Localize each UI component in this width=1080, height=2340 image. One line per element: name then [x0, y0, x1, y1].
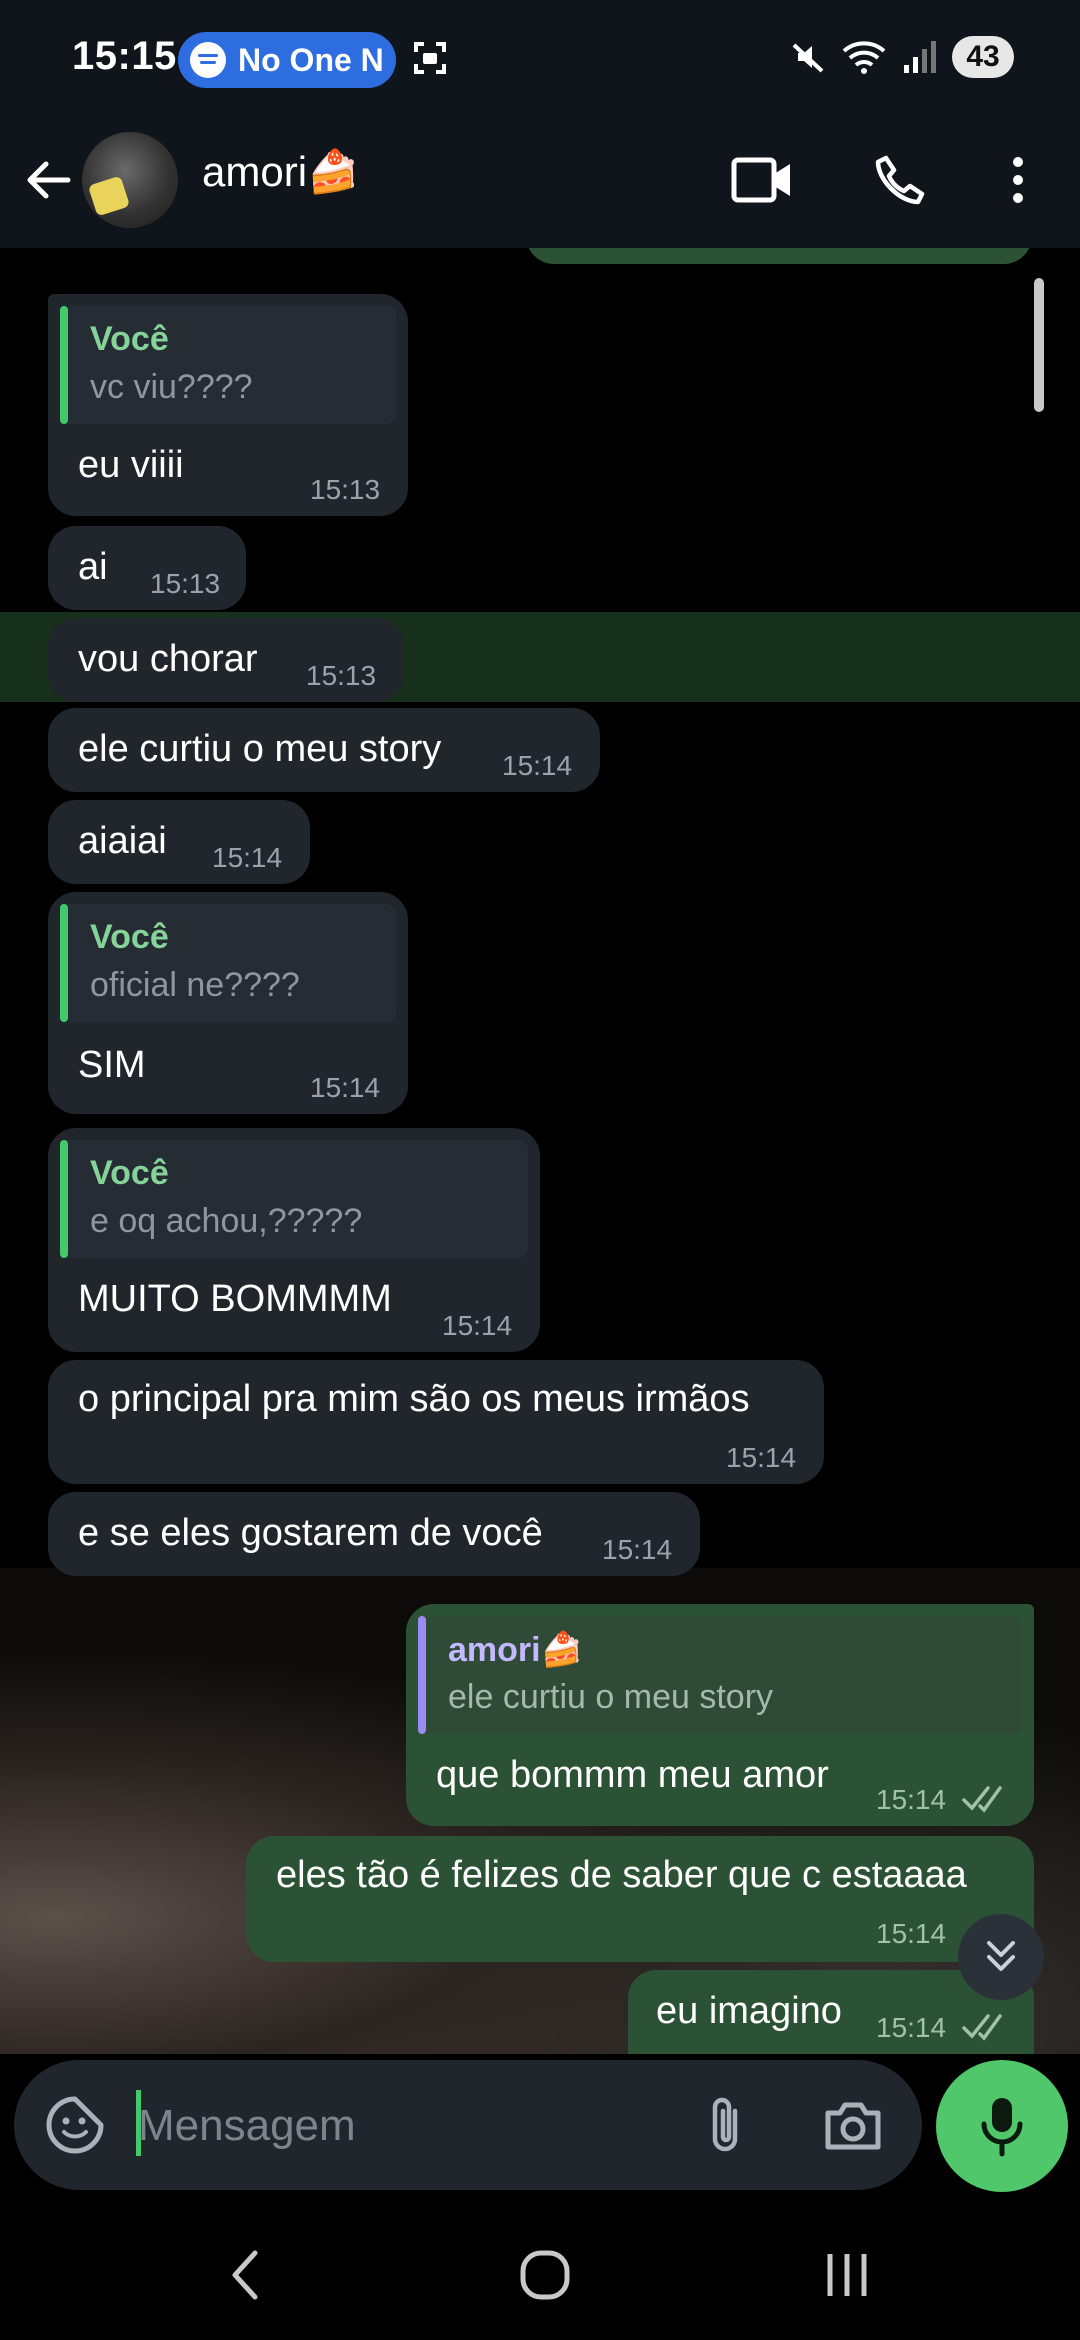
nav-back-button[interactable] — [210, 2240, 280, 2310]
mute-icon — [792, 43, 824, 73]
reply-quote[interactable]: Você oficial ne???? — [60, 904, 396, 1022]
message-time: 15:13 — [310, 474, 381, 505]
signal-icon — [904, 41, 936, 73]
camera-icon — [825, 2102, 881, 2150]
message-bubble[interactable]: Você e oq achou,????? MUITO BOMMMM 15:14 — [48, 1128, 540, 1352]
chat-header: amori🍰 — [0, 120, 1080, 248]
scroll-to-bottom-button[interactable] — [958, 1914, 1044, 2000]
message-bubble[interactable]: Você oficial ne???? SIM 15:14 — [48, 892, 408, 1114]
back-arrow-icon[interactable] — [18, 148, 82, 212]
reply-bar — [60, 1140, 68, 1258]
message-bubble-outgoing[interactable]: amori🍰 ele curtiu o meu story que bommm … — [406, 1604, 1034, 1826]
message-time: 15:14 — [442, 1310, 513, 1341]
reply-text: e oq achou,????? — [90, 1202, 363, 1240]
message-time: 15:14 — [876, 1918, 947, 1949]
reply-bar — [60, 306, 68, 424]
camera-button[interactable] — [818, 2090, 888, 2160]
video-call-icon — [731, 157, 790, 203]
message-text: eu imagino — [656, 1990, 842, 2032]
scrollbar[interactable] — [1034, 278, 1044, 412]
paperclip-icon — [712, 2097, 738, 2152]
more-vert-icon — [1013, 157, 1023, 203]
reply-sender: Você — [90, 918, 169, 956]
phone-icon — [875, 155, 925, 205]
message-bubble[interactable]: Você vc viu???? eu viiii 15:13 — [48, 294, 408, 516]
voice-call-button[interactable] — [862, 142, 938, 218]
nav-recents-icon — [827, 2254, 867, 2296]
message-text: vou chorar — [78, 638, 258, 680]
double-chevron-down-icon — [987, 1941, 1015, 1971]
reply-text: ele curtiu o meu story — [448, 1678, 774, 1716]
more-options-button[interactable] — [980, 142, 1056, 218]
message-time: 15:14 — [876, 1784, 947, 1815]
nav-back-icon — [232, 2250, 258, 2300]
message-time: 15:14 — [602, 1534, 673, 1565]
read-receipt-icon — [962, 1786, 1002, 1813]
message-time: 15:14 — [212, 842, 283, 873]
battery-indicator: 43 — [952, 36, 1014, 78]
reply-bar — [418, 1616, 426, 1734]
message-time: 15:14 — [502, 750, 573, 781]
reply-text: vc viu???? — [90, 368, 253, 406]
message-bubble[interactable]: aiaiai 15:14 — [48, 800, 310, 884]
message-text: que bommm meu amor — [436, 1754, 829, 1796]
message-text: ai — [78, 546, 108, 588]
message-bubble-partial[interactable] — [526, 248, 1032, 264]
clock: 15:15 — [72, 34, 177, 78]
message-text: eu viiii — [78, 444, 184, 486]
message-bubble-outgoing[interactable]: eles tão é felizes de saber que c estaaa… — [246, 1836, 1034, 1962]
message-time: 15:14 — [726, 1442, 797, 1473]
message-text: o principal pra mim são os meus irmãos — [78, 1378, 750, 1420]
reply-quote[interactable]: amori🍰 ele curtiu o meu story — [418, 1616, 1022, 1734]
wifi-icon — [842, 41, 886, 74]
screenshot-icon — [414, 42, 446, 74]
status-icons: 43 — [788, 36, 1014, 78]
message-composer — [14, 2060, 922, 2190]
message-time: 15:14 — [310, 1072, 381, 1103]
now-playing-title: No One N — [238, 41, 384, 78]
read-receipt-icon — [962, 2014, 1002, 2041]
attach-button[interactable] — [690, 2090, 760, 2160]
message-bubble[interactable]: e se eles gostarem de você 15:14 — [48, 1492, 700, 1576]
message-time: 15:13 — [306, 660, 377, 691]
reply-quote[interactable]: Você vc viu???? — [60, 306, 396, 424]
system-nav-bar — [0, 2204, 1080, 2340]
sticker-smiley-icon — [46, 2096, 104, 2154]
message-time: 15:13 — [150, 568, 221, 599]
message-text: eles tão é felizes de saber que c estaaa… — [276, 1854, 967, 1896]
status-bar: 15:15 No One N 43 — [0, 0, 1080, 120]
message-time: 15:14 — [876, 2012, 947, 2043]
message-text: ele curtiu o meu story — [78, 728, 442, 770]
reply-text: oficial ne???? — [90, 966, 300, 1004]
reply-sender: Você — [90, 1154, 169, 1192]
reply-quote[interactable]: Você e oq achou,????? — [60, 1140, 528, 1258]
microphone-icon — [981, 2098, 1023, 2157]
voice-record-button[interactable] — [936, 2060, 1068, 2192]
message-text: aiaiai — [78, 820, 167, 862]
message-text: e se eles gostarem de você — [78, 1512, 543, 1554]
message-input[interactable] — [136, 2090, 700, 2162]
avatar[interactable] — [82, 132, 178, 228]
nav-home-icon — [520, 2250, 570, 2300]
message-bubble[interactable]: ele curtiu o meu story 15:14 — [48, 708, 600, 792]
message-text: MUITO BOMMMM — [78, 1278, 392, 1320]
now-playing-chip[interactable]: No One N — [178, 32, 396, 88]
nav-home-button[interactable] — [510, 2240, 580, 2310]
nav-recents-button[interactable] — [812, 2240, 882, 2310]
chat-area[interactable]: Você vc viu???? eu viiii 15:13 ai 15:13 … — [0, 248, 1080, 2054]
contact-name[interactable]: amori🍰 — [202, 148, 359, 197]
message-bubble[interactable]: ai 15:13 — [48, 526, 246, 610]
spotify-icon — [190, 42, 226, 78]
message-text: SIM — [78, 1044, 146, 1086]
avatar-sticker — [87, 175, 131, 217]
video-call-button[interactable] — [724, 142, 800, 218]
message-bubble[interactable]: vou chorar 15:13 — [48, 618, 404, 702]
reply-bar — [60, 904, 68, 1022]
reply-sender: Você — [90, 320, 169, 358]
reply-sender: amori🍰 — [448, 1631, 583, 1669]
message-bubble[interactable]: o principal pra mim são os meus irmãos 1… — [48, 1360, 824, 1484]
emoji-button[interactable] — [40, 2090, 110, 2160]
